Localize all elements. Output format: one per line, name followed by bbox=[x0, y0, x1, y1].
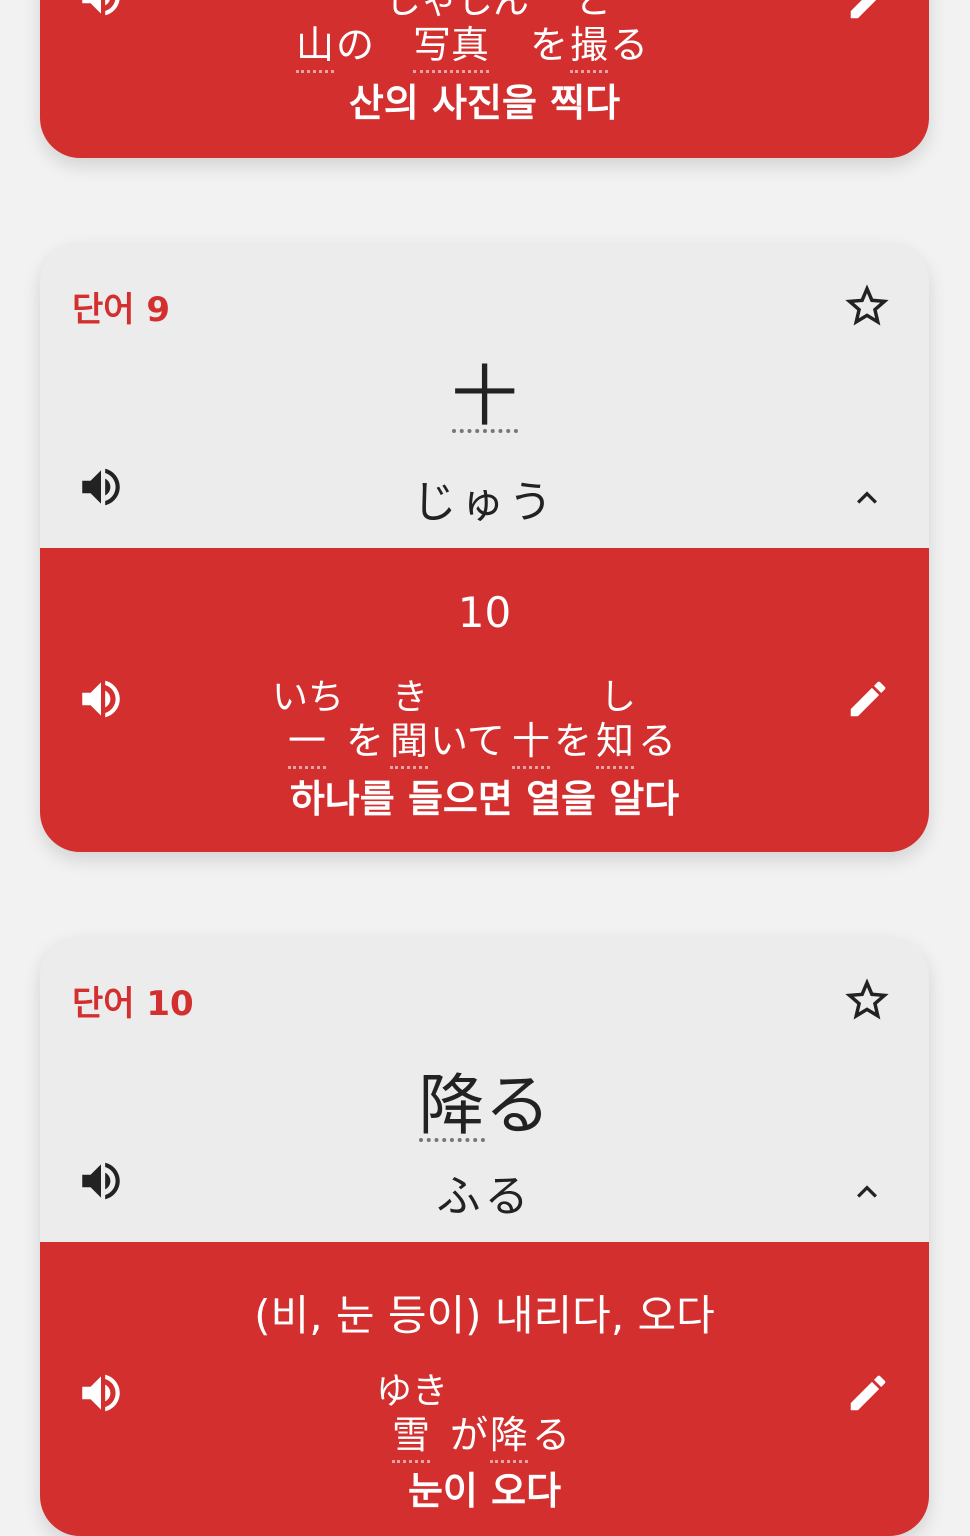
kana: る bbox=[638, 719, 677, 763]
headword: 降る bbox=[40, 1052, 929, 1148]
example-sentence-ko: 산의 사진을 찍다 bbox=[348, 81, 621, 125]
meaning-panel: 10 いち き し 一 を 聞 いて 十 を 知 る 하나를 들으면 열을 알다 bbox=[40, 548, 929, 852]
kana: を bbox=[530, 23, 569, 67]
star-outline-icon[interactable] bbox=[841, 974, 893, 1030]
reading: じゅう bbox=[412, 477, 557, 528]
meaning: (비, 눈 등이) 내리다, 오다 bbox=[254, 1291, 715, 1340]
kanji: 知 bbox=[596, 710, 635, 769]
kanji: 降 bbox=[490, 1404, 529, 1463]
kana: を bbox=[346, 719, 385, 763]
kanji: 聞 bbox=[390, 710, 429, 769]
kana: いて bbox=[430, 719, 505, 763]
word-label: 단어 9 bbox=[72, 290, 171, 330]
kanji: 撮 bbox=[570, 14, 609, 73]
example-sentence-ko: 하나를 들으면 열을 알다 bbox=[289, 777, 680, 821]
example-sentence-jp: 雪 が 降 る bbox=[40, 1404, 929, 1463]
example-furigana: ゆき bbox=[40, 1362, 929, 1412]
headword-kanji: 十 bbox=[451, 358, 518, 435]
example-panel: しゃしん と 山 の 写真 を 撮 る 산의 사진을 찍다 bbox=[40, 0, 929, 158]
example-sentence-jp: 山 の 写真 を 撮 る bbox=[40, 14, 929, 73]
headword: 十 bbox=[40, 358, 929, 435]
kana: の bbox=[336, 23, 375, 67]
meaning: 10 bbox=[457, 588, 512, 637]
star-outline-icon[interactable] bbox=[841, 280, 893, 336]
kanji: 十 bbox=[512, 710, 551, 769]
word-card-10: 단어 10 降る ふる (비, 눈 등이) 내리다, 오다 ゆき 雪 が 降 る… bbox=[40, 936, 929, 1536]
chevron-up-icon[interactable] bbox=[847, 1172, 887, 1216]
chevron-up-icon[interactable] bbox=[847, 478, 887, 522]
word-card-8: しゃしん と 山 の 写真 を 撮 る 산의 사진을 찍다 bbox=[40, 0, 929, 158]
meaning-panel: (비, 눈 등이) 내리다, 오다 ゆき 雪 が 降 る 눈이 오다 bbox=[40, 1242, 929, 1536]
kana: る bbox=[532, 1413, 571, 1457]
headword-kanji: 降 bbox=[418, 1067, 485, 1144]
kanji: 雪 bbox=[392, 1404, 431, 1463]
kana: を bbox=[554, 719, 593, 763]
kanji: 写真 bbox=[413, 14, 490, 73]
headword-kana: る bbox=[484, 1067, 551, 1144]
word-label: 단어 10 bbox=[72, 984, 194, 1024]
example-sentence-jp: 一 を 聞 いて 十 を 知 る bbox=[40, 710, 929, 769]
example-furigana: しゃしん と bbox=[40, 0, 929, 22]
reading: ふる bbox=[436, 1171, 533, 1222]
kana: が bbox=[450, 1413, 489, 1457]
kanji: 山 bbox=[296, 14, 335, 73]
kana: る bbox=[610, 23, 649, 67]
kanji: 一 bbox=[288, 710, 327, 769]
word-card-9: 단어 9 十 じゅう 10 いち き し 一 を 聞 いて 十 を 知 る 하나… bbox=[40, 242, 929, 852]
example-sentence-ko: 눈이 오다 bbox=[407, 1469, 562, 1513]
example-furigana: いち き し bbox=[40, 668, 929, 718]
